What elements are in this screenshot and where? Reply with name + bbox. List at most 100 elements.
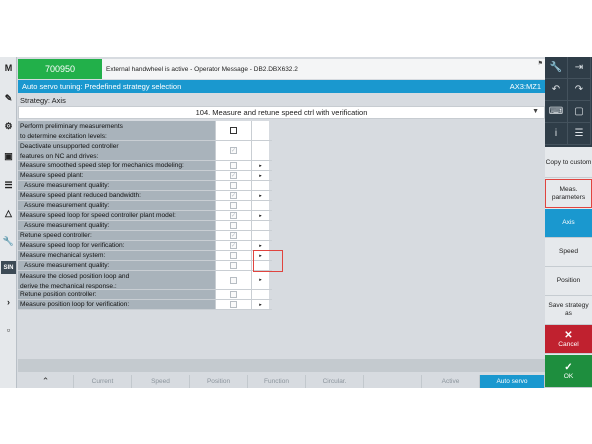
step-parameters-button[interactable]: ▸ [251,241,269,250]
table-row: Measure mechanical system: ▸ [18,251,272,261]
strategy-steps-table: Perform preliminary measurements to deter… [18,121,272,310]
step-parameters-button[interactable]: ▸ [251,171,269,180]
step-label: Measure the closed position loop and deri… [18,271,215,289]
dialog-title-bar: Auto servo tuning: Predefined strategy s… [18,80,545,93]
step-parameters-button[interactable]: ▸ [251,300,269,309]
arrow-right-icon[interactable]: › [1,295,16,308]
menu-icon[interactable]: ☰ [568,123,591,145]
step-checkbox[interactable]: ✓ [230,192,237,199]
step-empty-cell [251,181,269,190]
save-strategy-button[interactable]: Save strategy as [545,296,592,325]
step-checkbox[interactable] [230,252,237,259]
alarm-number[interactable]: 700950 [18,59,102,79]
softkey-speed[interactable]: Speed [132,375,190,388]
step-checkbox[interactable] [230,276,237,284]
vertical-softkey-bar: 🔧 ⇥ ↶ ↷ ⌨ ▢ i ☰ Copy to custom Meas. par… [545,57,592,388]
softkey-function[interactable]: Function [248,375,306,388]
info-icon[interactable]: i [545,123,568,145]
step-checkbox[interactable] [230,162,237,169]
table-row: Assure measurement quality: [18,221,272,231]
table-row: Measure position loop for verification: ▸ [18,300,272,310]
softkey-empty[interactable] [364,375,422,388]
step-checkbox[interactable] [230,301,237,308]
step-parameters-button[interactable]: ▸ [251,191,269,200]
step-empty-cell [251,231,269,240]
step-label: Assure measurement quality: [18,201,215,210]
wrench-icon[interactable]: 🔧 [1,235,16,248]
step-label-line: Assure measurement quality: [24,201,110,209]
edit-icon[interactable]: ✎ [1,92,16,105]
softkey-active[interactable]: Active [422,375,480,388]
step-empty-cell [251,290,269,299]
chevron-down-icon[interactable]: ▼ [532,108,539,115]
table-row: Measure speed plant: ✓ ▸ [18,171,272,181]
softkey-position[interactable]: Position [190,375,248,388]
cancel-button[interactable]: ✕ Cancel [545,325,592,354]
wrench-icon[interactable]: 🔧 [545,57,568,79]
step-parameters-button[interactable]: ▸ [251,211,269,220]
step-empty-cell [251,141,269,160]
step-label-line: Deactivate unsupported controller [20,143,119,150]
step-label-line: Assure measurement quality: [24,181,110,189]
alarm-indicator: ⚑ [530,59,545,79]
axis-button[interactable]: Axis [545,209,592,238]
speed-button[interactable]: Speed [545,238,592,267]
meas-parameters-button[interactable]: Meas. parameters [545,179,592,208]
step-checkbox[interactable] [230,202,237,209]
step-checkbox-cell [215,261,251,270]
step-checkbox[interactable] [230,262,237,269]
step-label-line: Perform preliminary measurements [20,123,123,130]
caret-up-icon[interactable]: ⌃ [18,375,74,388]
exit-icon[interactable]: ⇥ [568,57,591,79]
ok-button[interactable]: ✓ OK [545,355,592,388]
settings-icon[interactable]: ⚙ [1,120,16,133]
step-checkbox[interactable] [230,127,237,134]
step-checkbox[interactable]: ✓ [230,147,237,154]
step-label: Measure speed loop for speed controller … [18,211,215,220]
step-label-line: Assure measurement quality: [24,221,110,229]
step-checkbox[interactable]: ✓ [230,232,237,239]
step-checkbox[interactable]: ✓ [230,212,237,219]
undo-icon[interactable]: ↶ [545,79,568,101]
step-checkbox[interactable]: ✓ [230,172,237,179]
play-arrow-icon: ▸ [259,242,262,249]
step-checkbox[interactable] [230,291,237,298]
step-label-line: Measure smoothed speed step for mechanic… [20,161,184,169]
strategy-select[interactable]: 104. Measure and retune speed ctrl with … [18,106,545,119]
position-button[interactable]: Position [545,267,592,296]
play-arrow-icon: ▸ [259,192,262,199]
softkey-auto-servo[interactable]: Auto servo [480,375,545,388]
softkey-circular[interactable]: Circular. [306,375,364,388]
step-checkbox-cell [215,181,251,190]
keyboard-icon[interactable]: ⌨ [545,101,568,123]
table-row: Assure measurement quality: [18,181,272,191]
table-row: Measure smoothed speed step for mechanic… [18,161,272,171]
window-icon[interactable]: ▢ [568,101,591,123]
step-checkbox[interactable] [230,182,237,189]
step-checkbox[interactable]: ✓ [230,242,237,249]
machine-icon[interactable]: M [1,61,16,74]
step-label: Perform preliminary measurements to deter… [18,121,215,140]
redo-icon[interactable]: ↷ [568,79,591,101]
step-label: Measure smoothed speed step for mechanic… [18,161,215,170]
step-parameters-button[interactable]: ▸ [251,271,269,289]
strategy-select-value: 104. Measure and retune speed ctrl with … [195,108,368,117]
sinumerik-icon[interactable]: SIN [1,261,16,274]
softkey-current[interactable]: Current [74,375,132,388]
step-checkbox-cell [215,290,251,299]
copy-to-custom-button[interactable]: Copy to custom [545,149,592,178]
play-arrow-icon: ▸ [259,172,262,179]
step-label-line: Retune speed controller: [20,231,92,239]
table-row: Assure measurement quality: [18,261,272,271]
step-parameters-button[interactable]: ▸ [251,161,269,170]
program-icon[interactable]: ▣ [1,150,16,163]
warning-icon[interactable]: △ [1,207,16,220]
table-row: Measure speed loop for verification: ✓ ▸ [18,241,272,251]
step-label: Retune speed controller: [18,231,215,240]
alarm-message[interactable]: External handwheel is active - Operator … [102,59,530,79]
cancel-label: Cancel [558,340,579,348]
step-checkbox[interactable] [230,222,237,229]
panel-icon[interactable]: ▫ [1,323,16,336]
list-icon[interactable]: ☰ [1,179,16,192]
axis-label: AX3:MZ1 [509,82,541,91]
